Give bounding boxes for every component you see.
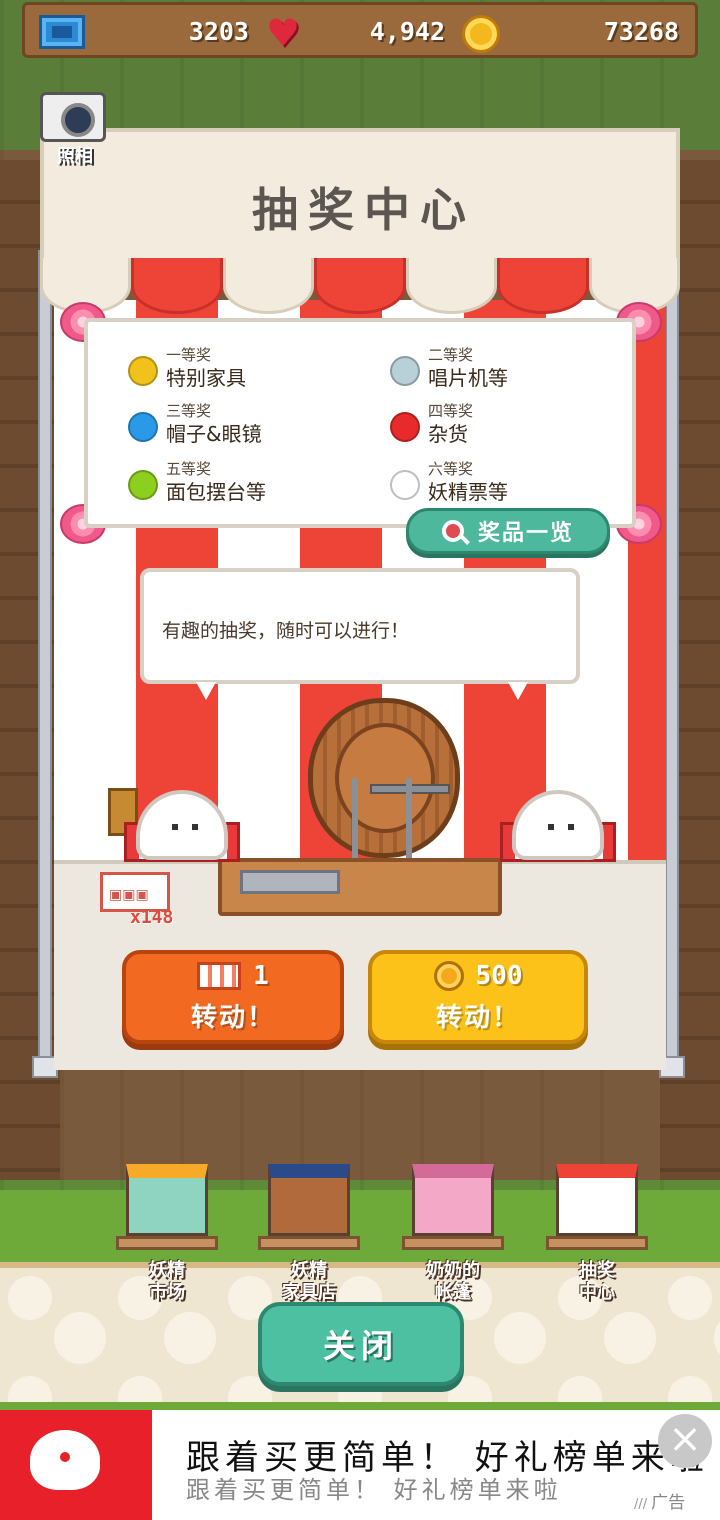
close-label: 关闭 (322, 1327, 399, 1365)
shop-label: 妖精 市场 (149, 1260, 185, 1303)
prize-item: 面包摆台等 (166, 480, 266, 504)
magnifier-icon (441, 520, 464, 542)
ad-mark-icon: /// (634, 1497, 648, 1512)
prize-entry: 三等奖 帽子&眼镜 (128, 400, 368, 450)
prize-entry: 一等奖 特别家具 (128, 344, 368, 394)
shop-base (258, 1236, 360, 1250)
coin-icon (433, 960, 464, 991)
shop-base (546, 1236, 648, 1250)
awning-scallops (40, 258, 680, 318)
shop-lottery-center[interactable]: 抽奖 中心 (542, 1164, 652, 1304)
ticket-cost-value: 1 (253, 960, 269, 991)
ticket-icon (39, 15, 85, 49)
scallop (222, 258, 315, 314)
booth-awning: 抽奖中心 (40, 128, 680, 278)
scallop (405, 258, 498, 314)
coin-counter: 73268 (545, 11, 679, 51)
shop-grandma-tent[interactable]: 奶奶的 帐篷 (398, 1164, 508, 1304)
prize-board: 一等奖 特别家具 二等奖 唱片机等 三等奖 帽子&眼镜 四等奖 杂货 五等奖 面… (84, 318, 636, 528)
white-orb-icon (390, 470, 420, 500)
bubble-tail (508, 682, 528, 700)
prize-item: 唱片机等 (428, 366, 508, 390)
booth-pole-left (38, 250, 52, 1070)
shop-label: 奶奶的 帐篷 (426, 1260, 480, 1303)
coin-count: 73268 (603, 16, 679, 46)
heart-counter: 4,942 (325, 11, 445, 51)
spin-label: 转动！ (435, 1002, 520, 1033)
spin-with-coins-button[interactable]: 500 转动！ (368, 950, 588, 1044)
scallop (497, 258, 589, 314)
grandma-tent-icon (412, 1164, 494, 1236)
prize-item: 妖精票等 (428, 480, 508, 504)
ad-tag-label: 广告 (651, 1493, 686, 1513)
prize-item: 特别家具 (166, 366, 246, 390)
lottery-booth-icon (556, 1164, 638, 1236)
heart-icon: ♥ (266, 11, 301, 55)
market-stall-icon (126, 1164, 208, 1236)
tray-slot (240, 870, 340, 894)
brand-logo (0, 1410, 152, 1520)
silver-orb-icon (390, 356, 420, 386)
gold-orb-icon (128, 356, 158, 386)
shop-label: 抽奖 中心 (579, 1260, 615, 1303)
booth-title: 抽奖中心 (252, 183, 476, 237)
coin-cost-value: 500 (475, 960, 523, 991)
ticket-icon (197, 961, 242, 990)
camera-icon (40, 92, 106, 142)
furniture-shop-icon (268, 1164, 350, 1236)
coin-cost: 500 (433, 960, 523, 991)
photo-label: 照相 (57, 146, 93, 167)
heart-count: 4,942 (369, 16, 445, 46)
ticket-counter: 3203 (145, 11, 249, 51)
spin-label: 转动！ (190, 1002, 275, 1033)
coin-icon (462, 15, 500, 53)
booth-pole-right (665, 250, 679, 1070)
shop-base (116, 1236, 218, 1250)
blue-orb-icon (128, 412, 158, 442)
ticket-cost: 1 (197, 961, 269, 991)
spin-with-ticket-button[interactable]: 1 转动！ (122, 950, 344, 1044)
speech-bubble: 有趣的抽奖，随时可以进行！ (140, 568, 580, 684)
speech-text: 有趣的抽奖，随时可以进行！ (162, 620, 410, 642)
ad-subline: 跟着买更简单！ 好礼榜单来啦 (186, 1476, 562, 1504)
photo-button[interactable]: 照相 (40, 92, 112, 168)
ticket-stock-icon[interactable] (100, 872, 170, 912)
shop-label: 妖精 家具店 (282, 1260, 336, 1303)
green-orb-icon (128, 470, 158, 500)
prize-item: 杂货 (428, 422, 468, 446)
prize-entry: 六等奖 妖精票等 (390, 458, 630, 508)
shop-fairy-market[interactable]: 妖精 市场 (112, 1164, 222, 1304)
ad-tag: ///广告 (634, 1488, 685, 1513)
ad-banner[interactable]: 跟着买更简单！ 好礼榜单来啦 跟着买更简单！ 好礼榜单来啦 (0, 1410, 720, 1520)
prize-entry: 二等奖 唱片机等 (390, 344, 630, 394)
prize-item: 帽子&眼镜 (166, 422, 262, 446)
ticket-stock-count: x148 (130, 907, 174, 928)
prize-list-label: 奖品一览 (477, 521, 574, 546)
red-orb-icon (390, 412, 420, 442)
dog-mascot-icon (30, 1430, 100, 1490)
status-bar: 3203 ♥ 4,942 73268 (22, 2, 698, 58)
scallop (314, 258, 406, 314)
ticket-count: 3203 (188, 16, 249, 46)
bubble-tail (196, 682, 216, 700)
ad-close-icon[interactable]: × (658, 1414, 712, 1468)
prize-entry: 五等奖 面包摆台等 (128, 458, 368, 508)
prize-entry: 四等奖 杂货 (390, 400, 630, 450)
prize-list-button[interactable]: 奖品一览 (406, 508, 610, 554)
scallop (131, 258, 223, 314)
shop-fairy-furniture[interactable]: 妖精 家具店 (254, 1164, 364, 1304)
shop-base (402, 1236, 504, 1250)
lottery-tray (218, 858, 502, 916)
close-button[interactable]: 关闭 (258, 1302, 464, 1386)
